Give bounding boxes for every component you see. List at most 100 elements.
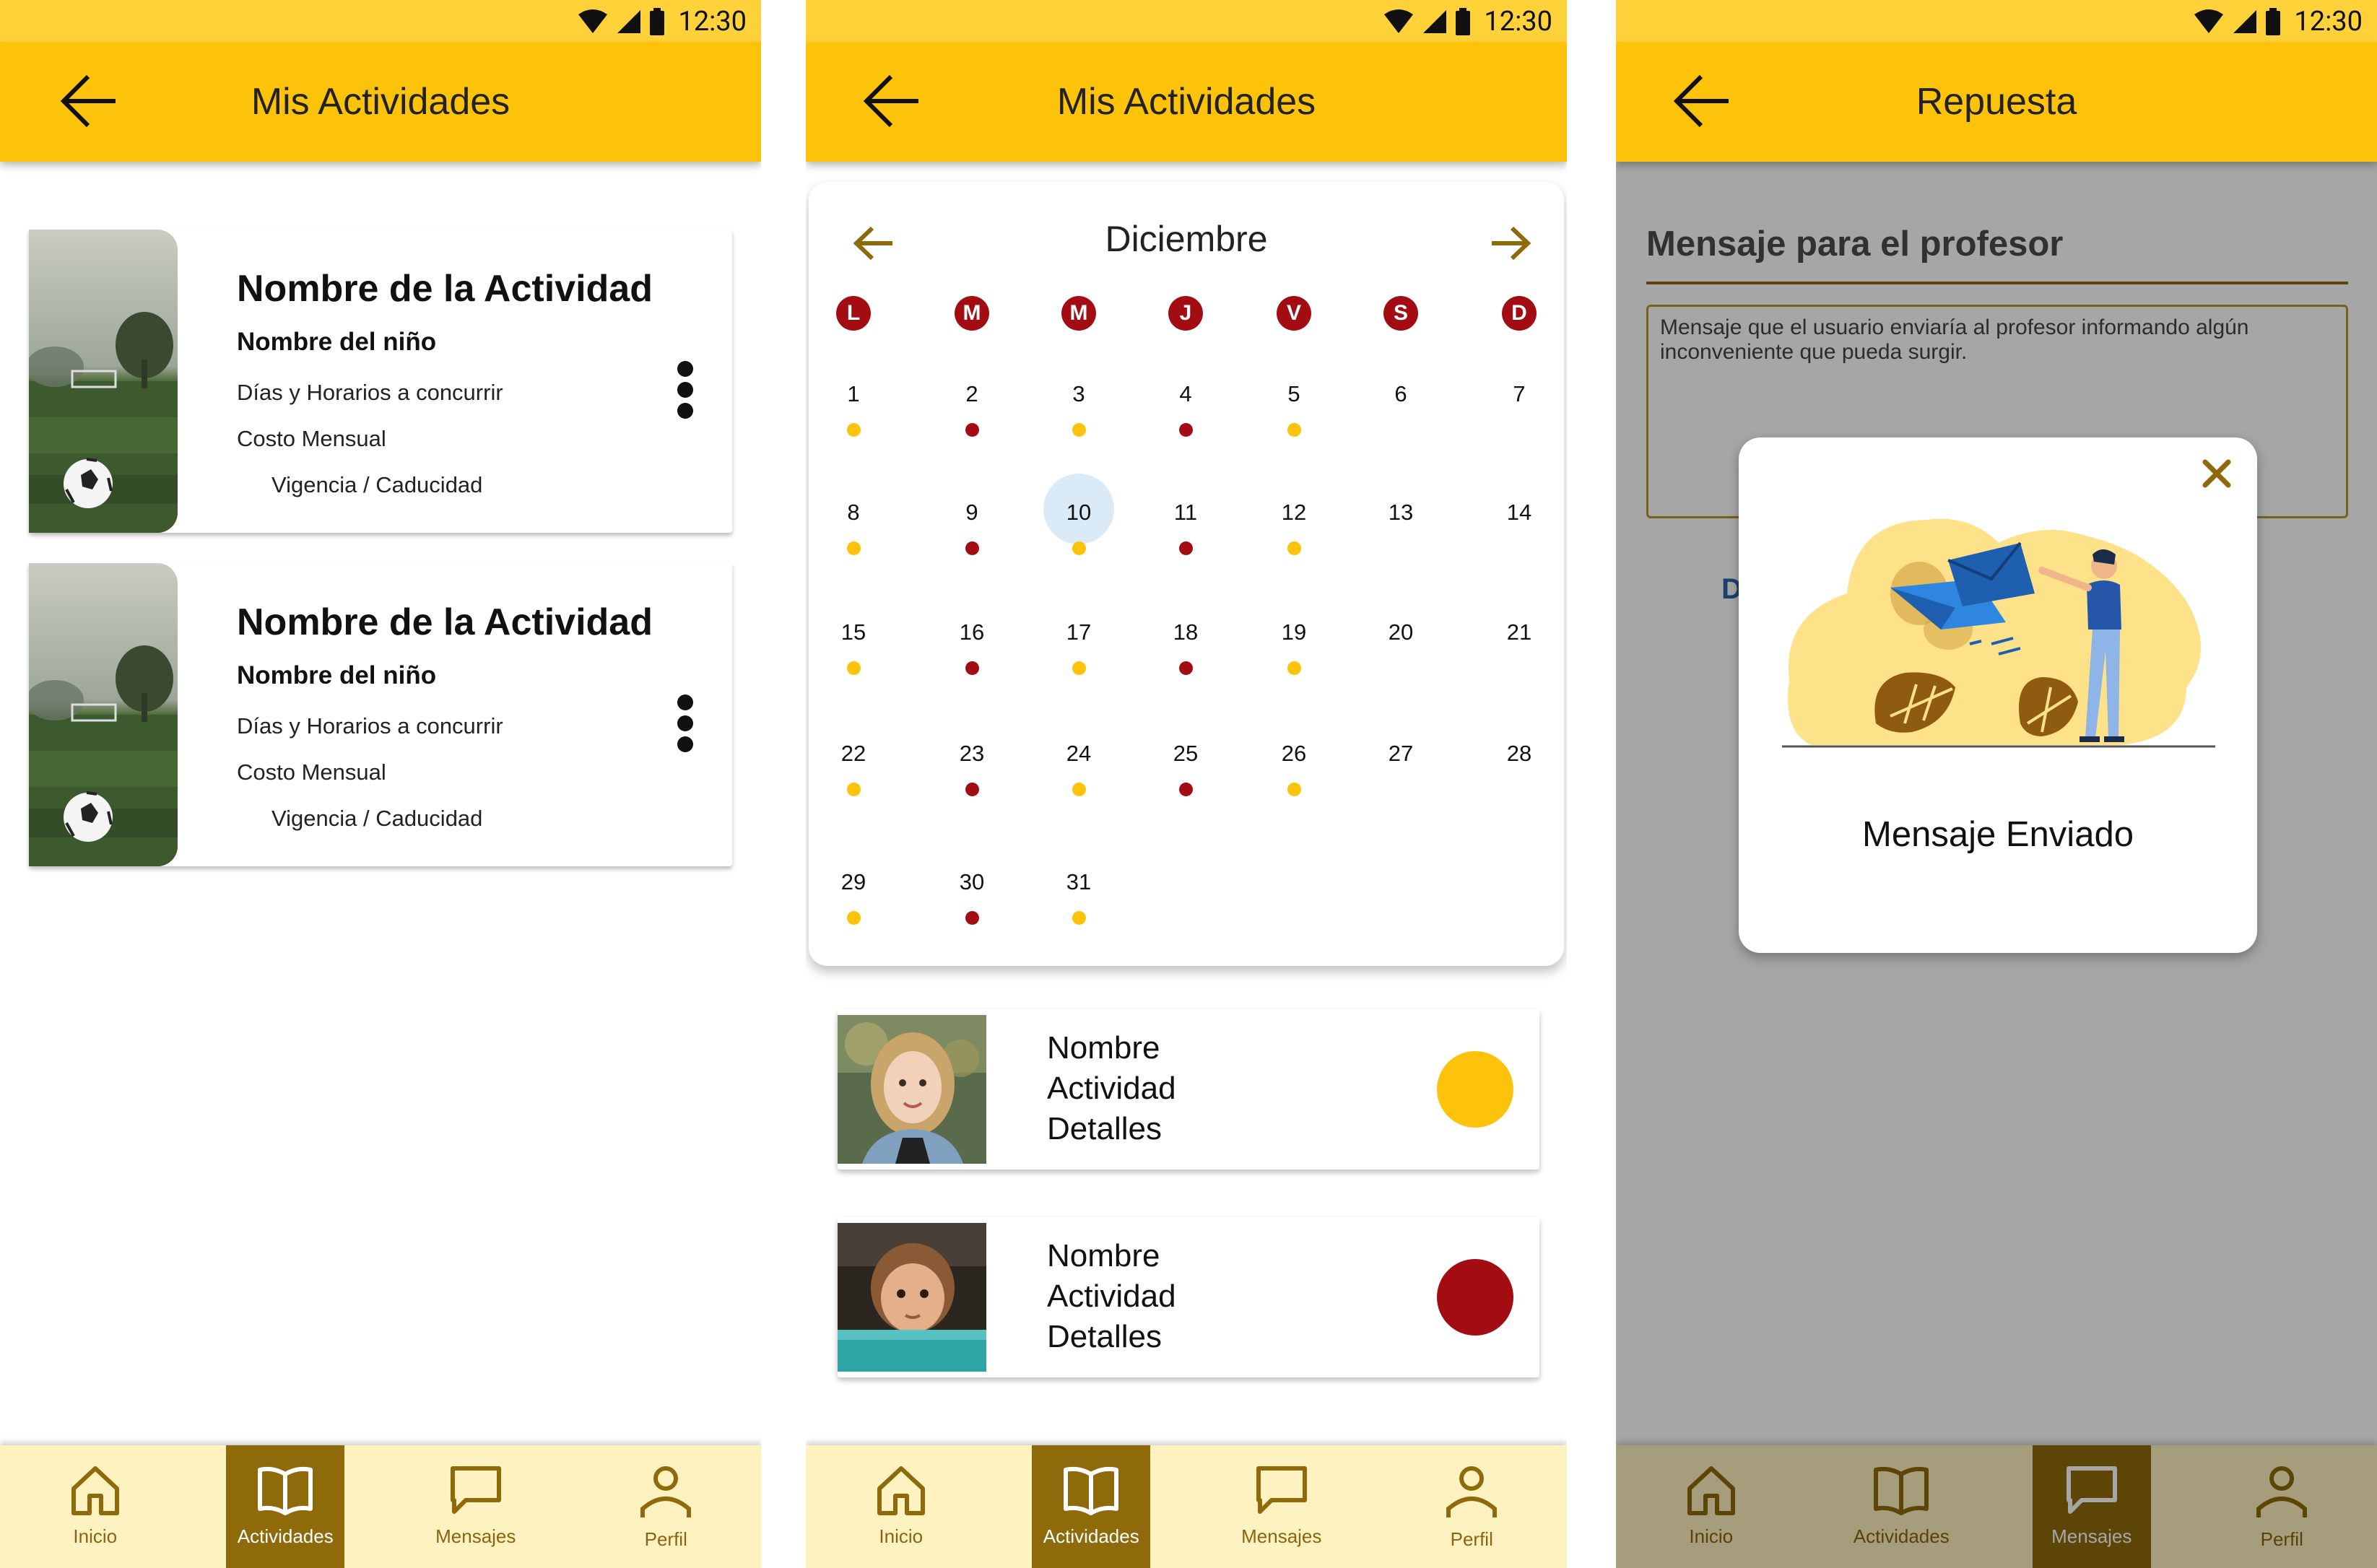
calendar-day[interactable]: 28 [1486,741,1552,806]
calendar-day[interactable]: 30 [939,869,1005,934]
nav-item-actividades[interactable]: Actividades [226,1445,345,1568]
calendar-day-number: 7 [1513,381,1526,406]
calendar-day-number: 14 [1506,500,1532,525]
calendar-day[interactable]: 26 [1261,741,1327,806]
calendar-day[interactable]: 8 [820,500,887,565]
app-bar: Mis Actividades [806,42,1567,162]
activity-card[interactable]: Nombre de la Actividad Nombre del niño D… [29,563,732,866]
calendar-day-number: 9 [965,500,978,525]
bottom-navigation: Inicio Actividades Mensajes Perfil [0,1445,761,1568]
status-bar: 12:30 [0,0,761,42]
activity-card[interactable]: Nombre de la Actividad Nombre del niño D… [29,230,732,533]
more-options-button[interactable] [664,687,705,759]
more-options-button[interactable] [664,354,705,426]
nav-item-mensajes[interactable]: Mensajes [1222,1445,1341,1568]
back-button[interactable] [856,65,929,137]
calendar-day-number: 20 [1388,619,1414,645]
activity-cost: Costo Mensual [237,759,386,785]
nav-label: Perfil [1450,1528,1493,1550]
nav-item-perfil[interactable]: Perfil [607,1445,725,1568]
nav-item-mensajes[interactable]: Mensajes [417,1445,535,1568]
calendar-day[interactable]: 3 [1046,381,1112,446]
activity-days: Días y Horarios a concurrir [237,380,503,405]
wifi-icon [578,9,608,33]
back-button[interactable] [53,65,126,137]
nav-item-actividades[interactable]: Actividades [1032,1445,1151,1568]
event-dot-yellow [847,423,861,437]
app-bar: Repuesta [1616,42,2377,162]
calendar-day-number: 27 [1388,741,1414,766]
calendar-day[interactable]: 15 [820,619,887,684]
nav-item-inicio[interactable]: Inicio [842,1445,960,1568]
calendar-day[interactable]: 12 [1261,500,1327,565]
arrow-left-icon [1673,74,1729,128]
arrow-right-icon [1492,226,1531,261]
calendar-day[interactable]: 7 [1486,381,1552,446]
close-button[interactable] [2196,453,2237,494]
calendar-day[interactable]: 9 [939,500,1005,565]
calendar-day[interactable]: 25 [1152,741,1219,806]
calendar-day[interactable]: 6 [1368,381,1434,446]
activity-list-item[interactable]: Nombre Actividad Detalles [838,1009,1539,1170]
next-month-button[interactable] [1485,218,1535,269]
calendar-day-number: 2 [965,381,978,406]
event-dot-red [965,783,979,796]
calendar-day[interactable]: 4 [1152,381,1219,446]
calendar-day[interactable]: 16 [939,619,1005,684]
calendar-day[interactable]: 5 [1261,381,1327,446]
person-icon [1443,1463,1500,1524]
weekday-label: V [1277,296,1311,331]
wifi-icon [1384,9,1414,33]
activity-validity: Vigencia / Caducidad [271,806,483,831]
kebab-dot [677,382,693,398]
kebab-dot [677,361,693,377]
event-dot-red [965,911,979,925]
weekday-label: S [1383,296,1418,331]
book-icon [1061,1463,1121,1521]
status-time: 12:30 [1484,6,1552,38]
event-dot-red [1179,783,1193,796]
calendar-day[interactable]: 2 [939,381,1005,446]
calendar-day[interactable]: 29 [820,869,887,934]
nav-label: Inicio [879,1525,924,1547]
calendar-day[interactable]: 27 [1368,741,1434,806]
calendar-day[interactable]: 20 [1368,619,1434,684]
calendar-day[interactable]: 13 [1368,500,1434,565]
nav-label: Inicio [73,1525,118,1547]
calendar-day-number: 18 [1173,619,1199,645]
signal-icon [617,10,641,33]
nav-item-inicio[interactable]: Inicio [36,1445,155,1568]
nav-label: Mensajes [435,1525,516,1547]
event-dot-red [1179,423,1193,437]
activity-title: Nombre de la Actividad [237,601,653,643]
calendar-day[interactable]: 23 [939,741,1005,806]
calendar-day[interactable]: 31 [1046,869,1112,934]
back-button[interactable] [1666,65,1739,137]
calendar-day-number: 31 [1066,869,1092,894]
chat-icon [1253,1463,1311,1521]
calendar-day-number: 24 [1066,741,1092,766]
calendar-day-number: 23 [959,741,985,766]
event-dot-red [965,423,979,437]
activity-list-item[interactable]: Nombre Actividad Detalles [838,1217,1539,1377]
calendar-day[interactable]: 24 [1046,741,1112,806]
nav-item-perfil[interactable]: Perfil [1412,1445,1531,1568]
calendar-day[interactable]: 14 [1486,500,1552,565]
kebab-dot [677,736,693,752]
battery-icon [2266,8,2281,35]
calendar-day[interactable]: 11 [1152,500,1219,565]
calendar-day-number: 25 [1173,741,1199,766]
calendar-day[interactable]: 22 [820,741,887,806]
calendar-day-number: 17 [1066,619,1092,645]
activity-child-name: Nombre del niño [237,661,437,689]
status-time: 12:30 [2294,6,2363,38]
calendar-day[interactable]: 19 [1261,619,1327,684]
nav-label: Actividades [237,1525,334,1547]
calendar-day[interactable]: 17 [1046,619,1112,684]
calendar-month: Diciembre [1105,219,1268,259]
calendar-day[interactable]: 1 [820,381,887,446]
calendar-day[interactable]: 10 [1043,474,1114,565]
calendar-day[interactable]: 21 [1486,619,1552,684]
calendar-day-number: 30 [959,869,985,894]
calendar-day[interactable]: 18 [1152,619,1219,684]
